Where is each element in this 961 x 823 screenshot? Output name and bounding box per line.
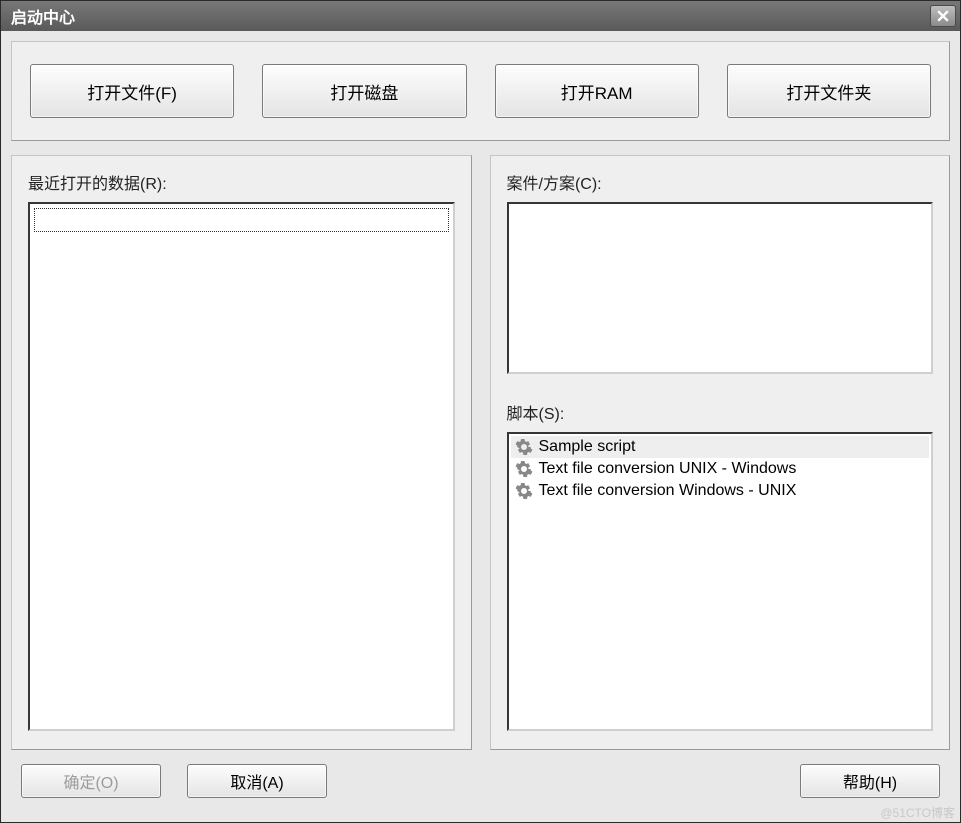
- window-title: 启动中心: [11, 4, 930, 28]
- script-name: Text file conversion Windows - UNIX: [539, 482, 797, 500]
- toolbar-panel: 打开文件(F) 打开磁盘 打开RAM 打开文件夹: [11, 41, 950, 141]
- right-panel: 案件/方案(C): 脚本(S): Sample script Text file …: [490, 155, 951, 750]
- open-disk-button[interactable]: 打开磁盘: [262, 64, 466, 118]
- ok-button[interactable]: 确定(O): [21, 764, 161, 798]
- startup-center-window: 启动中心 打开文件(F) 打开磁盘 打开RAM 打开文件夹 最近打开的数据(R)…: [0, 0, 961, 823]
- scripts-listbox[interactable]: Sample script Text file conversion UNIX -…: [507, 432, 934, 731]
- gear-icon: [515, 438, 533, 456]
- client-area: 打开文件(F) 打开磁盘 打开RAM 打开文件夹 最近打开的数据(R): 案件/…: [1, 31, 960, 822]
- open-ram-button[interactable]: 打开RAM: [495, 64, 699, 118]
- gear-icon: [515, 460, 533, 478]
- recent-listbox[interactable]: [28, 202, 455, 731]
- recent-panel: 最近打开的数据(R):: [11, 155, 472, 750]
- help-button[interactable]: 帮助(H): [800, 764, 940, 798]
- columns: 最近打开的数据(R): 案件/方案(C): 脚本(S): Sample scri…: [11, 155, 950, 750]
- cases-listbox[interactable]: [507, 202, 934, 374]
- open-file-button[interactable]: 打开文件(F): [30, 64, 234, 118]
- script-item[interactable]: Text file conversion UNIX - Windows: [511, 458, 930, 480]
- close-icon: [937, 10, 949, 22]
- scripts-label: 脚本(S):: [507, 400, 934, 424]
- script-item[interactable]: Text file conversion Windows - UNIX: [511, 480, 930, 502]
- script-item[interactable]: Sample script: [511, 436, 930, 458]
- gear-icon: [515, 482, 533, 500]
- recent-selection-placeholder: [34, 208, 449, 232]
- footer: 确定(O) 取消(A) 帮助(H): [11, 764, 950, 812]
- cases-label: 案件/方案(C):: [507, 170, 934, 194]
- script-name: Sample script: [539, 438, 636, 456]
- spacer: [507, 380, 934, 394]
- open-folder-button[interactable]: 打开文件夹: [727, 64, 931, 118]
- titlebar: 启动中心: [1, 1, 960, 31]
- script-name: Text file conversion UNIX - Windows: [539, 460, 797, 478]
- close-button[interactable]: [930, 5, 956, 27]
- footer-left: 确定(O) 取消(A): [21, 764, 327, 798]
- recent-label: 最近打开的数据(R):: [28, 170, 455, 194]
- cancel-button[interactable]: 取消(A): [187, 764, 327, 798]
